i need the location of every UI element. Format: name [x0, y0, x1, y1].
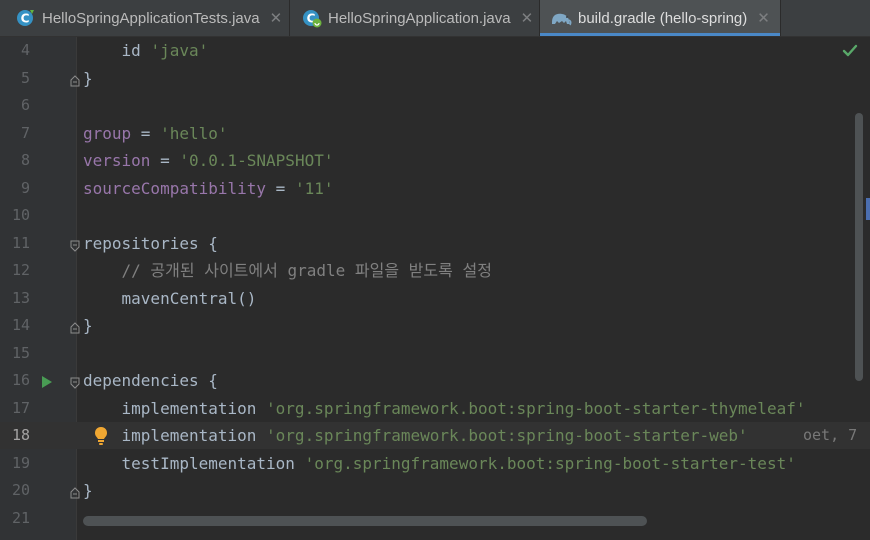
- fold-end-icon[interactable]: [70, 484, 80, 499]
- code-line[interactable]: 12 // 공개된 사이트에서 gradle 파일을 받도록 설정: [0, 257, 870, 284]
- tab-label: HelloSpringApplicationTests.java: [42, 9, 260, 27]
- code-line[interactable]: 7 group = 'hello': [0, 120, 870, 147]
- code-token: 'org.springframework.boot:spring-boot-st…: [266, 426, 748, 445]
- java-test-class-icon: C: [16, 8, 36, 28]
- code-token: '11': [294, 178, 334, 198]
- code-token: 'org.springframework.boot:spring-boot-st…: [266, 398, 806, 418]
- code-line[interactable]: 9 sourceCompatibility = '11': [0, 175, 870, 202]
- tab-hello-spring-application[interactable]: C HelloSpringApplication.java ✕: [290, 0, 539, 36]
- code-text: repositories {: [83, 230, 218, 257]
- line-number[interactable]: 7: [0, 120, 30, 147]
- code-token: =: [266, 178, 295, 198]
- fold-end-icon[interactable]: [70, 319, 80, 334]
- code-line[interactable]: 13 mavenCentral(): [0, 285, 870, 312]
- line-number[interactable]: 10: [0, 202, 30, 229]
- line-number[interactable]: 5: [0, 65, 30, 92]
- line-number[interactable]: 12: [0, 257, 30, 284]
- code-line[interactable]: 6: [0, 92, 870, 119]
- code-text: sourceCompatibility = '11': [83, 175, 333, 202]
- code-line[interactable]: 4 id 'java': [0, 37, 870, 64]
- code-token: implementation: [121, 398, 267, 418]
- code-text: version = '0.0.1-SNAPSHOT': [83, 147, 333, 174]
- code-token: 'java': [150, 41, 209, 60]
- horizontal-scrollbar-thumb[interactable]: [83, 516, 647, 526]
- code-token: implementation: [121, 426, 267, 445]
- close-icon[interactable]: ✕: [270, 9, 283, 27]
- code-token: version: [83, 151, 151, 170]
- code-line[interactable]: 15: [0, 340, 870, 367]
- code-token: 'org.springframework.boot:spring-boot-st…: [304, 453, 796, 473]
- vertical-scrollbar-thumb[interactable]: [855, 113, 863, 381]
- code-token: }: [83, 68, 93, 88]
- code-token: =: [150, 151, 180, 170]
- line-number[interactable]: 15: [0, 340, 30, 367]
- line-number[interactable]: 20: [0, 477, 30, 504]
- spring-boot-class-icon: C: [302, 8, 322, 28]
- line-number[interactable]: 8: [0, 147, 30, 174]
- line-number[interactable]: 16: [0, 367, 30, 394]
- code-text: implementation 'org.springframework.boot…: [83, 395, 806, 422]
- line-number[interactable]: 14: [0, 312, 30, 339]
- svg-text:C: C: [21, 12, 30, 26]
- tab-hello-spring-application-tests[interactable]: C HelloSpringApplicationTests.java ✕: [0, 0, 289, 36]
- code-line[interactable]: 11 repositories {: [0, 230, 870, 257]
- tab-label: HelloSpringApplication.java: [328, 9, 511, 27]
- gradle-elephant-icon: [550, 8, 572, 28]
- code-line[interactable]: 19 testImplementation 'org.springframewo…: [0, 450, 870, 477]
- code-token: // 공개된 사이트에서 gradle 파일을 받도록 설정: [121, 261, 492, 280]
- editor-tab-bar: C HelloSpringApplicationTests.java ✕ C H…: [0, 0, 870, 37]
- line-number[interactable]: 18: [0, 422, 30, 449]
- code-text: }: [83, 477, 93, 504]
- fold-end-icon[interactable]: [70, 72, 80, 86]
- code-token: }: [83, 481, 93, 500]
- code-token: sourceCompatibility: [83, 178, 267, 198]
- line-number[interactable]: 9: [0, 175, 30, 202]
- code-token: mavenCentral(): [121, 288, 257, 308]
- tab-label: build.gradle (hello-spring): [578, 9, 748, 27]
- line-number[interactable]: 21: [0, 505, 30, 532]
- code-text: mavenCentral(): [83, 285, 257, 312]
- close-icon[interactable]: ✕: [521, 9, 534, 27]
- line-number[interactable]: 11: [0, 230, 30, 257]
- code-line[interactable]: 14}: [0, 312, 870, 339]
- code-line[interactable]: 20}: [0, 477, 870, 504]
- code-text: dependencies {: [83, 367, 218, 394]
- code-text: implementation 'org.springframework.boot…: [83, 422, 748, 449]
- code-line[interactable]: 5}: [0, 65, 870, 92]
- line-number[interactable]: 13: [0, 285, 30, 312]
- code-token: dependencies {: [83, 371, 218, 390]
- code-text: }: [83, 65, 93, 92]
- inline-blame-hint: oet, 7: [803, 426, 858, 444]
- right-edge-marker: [866, 198, 870, 220]
- code-token: 'hello': [160, 123, 228, 143]
- code-token: }: [83, 316, 93, 335]
- code-line[interactable]: 18 implementation 'org.springframework.b…: [0, 422, 870, 449]
- code-text: testImplementation 'org.springframework.…: [83, 450, 796, 477]
- tab-build-gradle[interactable]: build.gradle (hello-spring) ✕: [540, 0, 780, 36]
- line-number[interactable]: 19: [0, 450, 30, 477]
- code-token: testImplementation: [121, 453, 305, 473]
- line-number[interactable]: 4: [0, 37, 30, 64]
- code-line[interactable]: 17 implementation 'org.springframework.b…: [0, 395, 870, 422]
- code-token: repositories {: [83, 233, 218, 253]
- run-gutter-icon[interactable]: [41, 374, 53, 393]
- line-number[interactable]: 17: [0, 395, 30, 422]
- code-text: group = 'hello': [83, 120, 228, 147]
- line-number[interactable]: 6: [0, 92, 30, 119]
- fold-collapse-icon[interactable]: [70, 237, 80, 252]
- code-text: // 공개된 사이트에서 gradle 파일을 받도록 설정: [83, 257, 492, 284]
- code-text: }: [83, 312, 93, 339]
- code-line[interactable]: 16 dependencies {: [0, 367, 870, 394]
- code-text: id 'java': [83, 37, 209, 64]
- code-editor[interactable]: 4 id 'java' 5} 6 7 group = 'hello' 8 version =…: [0, 37, 870, 540]
- fold-collapse-icon[interactable]: [70, 374, 80, 389]
- code-token: id: [121, 41, 151, 60]
- code-token: '0.0.1-SNAPSHOT': [179, 151, 334, 170]
- code-line[interactable]: 8 version = '0.0.1-SNAPSHOT': [0, 147, 870, 174]
- code-token: =: [131, 123, 161, 143]
- code-token: group: [83, 123, 132, 143]
- close-icon[interactable]: ✕: [757, 9, 770, 27]
- code-line[interactable]: 10: [0, 202, 870, 229]
